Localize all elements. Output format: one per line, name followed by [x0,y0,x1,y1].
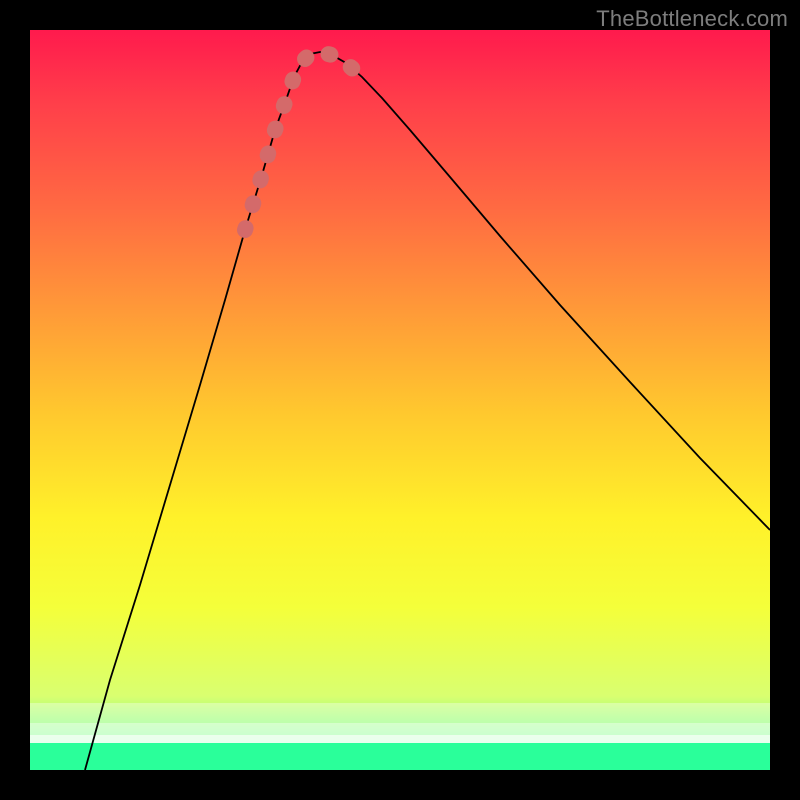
optimal-zone-highlight [245,52,362,230]
watermark-text: TheBottleneck.com [596,6,788,32]
bottleneck-curve [85,52,770,770]
chart-svg [30,30,770,770]
